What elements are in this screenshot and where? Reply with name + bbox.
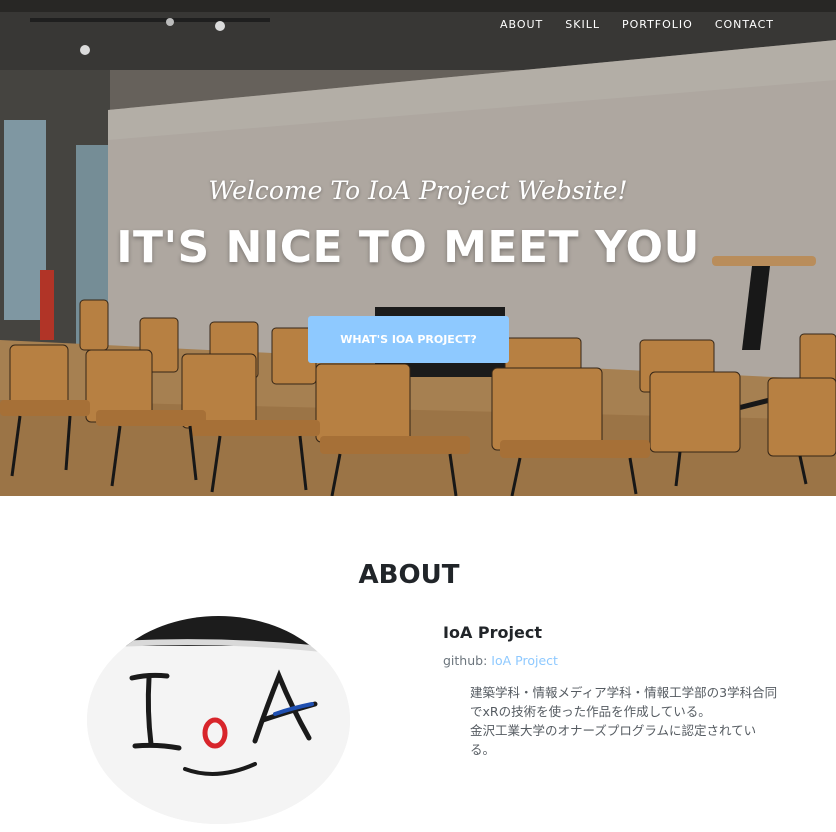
- project-description: 建築学科・情報メディア学科・情報工学部の3学科合同でxRの技術を使った作品を作成…: [470, 683, 780, 759]
- nav-item-portfolio[interactable]: PORTFOLIO: [622, 18, 693, 31]
- github-link[interactable]: IoA Project: [491, 653, 558, 668]
- main-nav: ABOUT SKILL PORTFOLIO CONTACT: [500, 18, 774, 31]
- hero-section: ABOUT SKILL PORTFOLIO CONTACT Welcome To…: [0, 0, 836, 496]
- whats-ioa-project-button[interactable]: WHAT'S IOA PROJECT?: [308, 316, 509, 363]
- nav-item-skill[interactable]: SKILL: [565, 18, 600, 31]
- project-name: IoA Project: [443, 623, 542, 642]
- about-title: ABOUT: [358, 560, 460, 590]
- nav-item-contact[interactable]: CONTACT: [715, 18, 774, 31]
- description-line: 建築学科・情報メディア学科・情報工学部の3学科合同でxRの技術を使った作品を作成…: [470, 685, 778, 719]
- ioa-logo-image: [87, 616, 350, 824]
- hero-heading: IT'S NICE TO MEET YOU: [116, 222, 700, 273]
- hero-subheading: Welcome To IoA Project Website!: [208, 176, 628, 205]
- github-label: github:: [443, 653, 488, 668]
- description-line: 金沢工業大学のオナーズプログラムに認定されている。: [470, 723, 757, 757]
- github-line: github: IoA Project: [443, 653, 558, 668]
- nav-item-about[interactable]: ABOUT: [500, 18, 543, 31]
